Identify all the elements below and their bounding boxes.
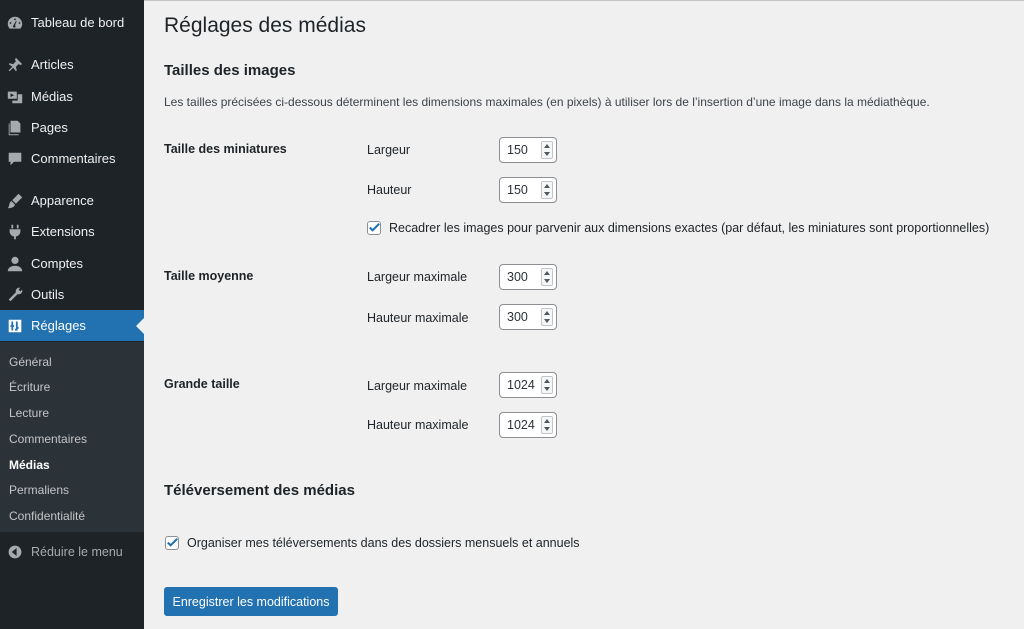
large-height-label: Hauteur maximale <box>367 418 469 432</box>
settings-icon <box>5 316 25 336</box>
pages-icon <box>5 118 25 138</box>
sidebar-item-label: Comptes <box>31 256 84 271</box>
thumbnail-height-label: Hauteur <box>367 183 412 197</box>
sidebar-item-label: Tableau de bord <box>31 15 125 30</box>
spinner-icon[interactable] <box>541 181 553 199</box>
plugins-icon <box>5 222 25 242</box>
sidebar-item-settings[interactable]: Réglages <box>0 310 144 341</box>
sidebar-item-comments[interactable]: Commentaires <box>0 143 144 174</box>
settings-submenu: Général Écriture Lecture Commentaires Mé… <box>0 342 144 532</box>
thumbnail-height-value: 150 <box>507 183 528 197</box>
sidebar-item-dashboard[interactable]: Tableau de bord <box>0 7 144 38</box>
media-icon <box>5 87 25 107</box>
dashboard-icon <box>5 13 25 33</box>
collapse-arrow-icon <box>5 542 25 562</box>
appearance-icon <box>5 191 25 211</box>
sidebar-item-accounts[interactable]: Comptes <box>0 248 144 279</box>
active-menu-arrow <box>136 318 144 334</box>
top-border <box>0 0 1024 1</box>
submenu-item-privacy[interactable]: Confidentialité <box>9 509 85 523</box>
submenu-item-media[interactable]: Médias <box>9 458 50 472</box>
collapse-menu-button[interactable]: Réduire le menu <box>0 540 144 564</box>
thumbnail-size-label: Taille des miniatures <box>164 142 287 156</box>
sidebar-item-extensions[interactable]: Extensions <box>0 216 144 247</box>
spinner-icon[interactable] <box>541 141 553 159</box>
medium-size-label: Taille moyenne <box>164 269 254 283</box>
medium-height-input[interactable]: 300 <box>499 304 557 330</box>
page-title: Réglages des médias <box>164 14 366 37</box>
collapse-menu-label: Réduire le menu <box>31 545 123 559</box>
submenu-item-reading[interactable]: Lecture <box>9 406 49 420</box>
medium-width-input[interactable]: 300 <box>499 264 557 290</box>
medium-height-value: 300 <box>507 310 528 324</box>
sidebar-item-label: Apparence <box>31 193 94 208</box>
large-width-input[interactable]: 1024 <box>499 372 557 398</box>
image-sizes-heading: Tailles des images <box>164 62 296 79</box>
pin-icon <box>5 55 25 75</box>
spinner-icon[interactable] <box>541 376 553 394</box>
thumbnail-width-input[interactable]: 150 <box>499 137 557 163</box>
comments-icon <box>5 149 25 169</box>
sidebar-item-label: Réglages <box>31 318 86 333</box>
submenu-item-permalinks[interactable]: Permaliens <box>9 483 69 497</box>
sidebar-item-articles[interactable]: Articles <box>0 49 144 80</box>
checkmark-icon <box>369 223 380 232</box>
large-width-value: 1024 <box>507 378 535 392</box>
thumbnail-width-label: Largeur <box>367 143 411 157</box>
users-icon <box>5 254 25 274</box>
sidebar-item-label: Commentaires <box>31 151 116 166</box>
image-sizes-description: Les tailles précisées ci-dessous détermi… <box>164 95 930 109</box>
submenu-item-general[interactable]: Général <box>9 355 52 369</box>
large-height-input[interactable]: 1024 <box>499 412 557 438</box>
sidebar-item-label: Médias <box>31 89 73 104</box>
sidebar-item-label: Articles <box>31 57 74 72</box>
medium-width-value: 300 <box>507 270 528 284</box>
medium-height-label: Hauteur maximale <box>367 311 469 325</box>
sidebar-item-label: Extensions <box>31 224 95 239</box>
sidebar-item-tools[interactable]: Outils <box>0 279 144 310</box>
spinner-icon[interactable] <box>541 416 553 434</box>
admin-sidebar: Tableau de bord Articles Médias Pages Co… <box>0 0 144 629</box>
thumbnail-height-input[interactable]: 150 <box>499 177 557 203</box>
large-size-label: Grande taille <box>164 377 240 391</box>
sidebar-item-medias[interactable]: Médias <box>0 81 144 112</box>
uploads-heading: Téléversement des médias <box>164 482 355 499</box>
sidebar-item-appearance[interactable]: Apparence <box>0 185 144 216</box>
sidebar-item-label: Pages <box>31 120 68 135</box>
tools-icon <box>5 285 25 305</box>
thumbnail-width-value: 150 <box>507 143 528 157</box>
submenu-item-discussion[interactable]: Commentaires <box>9 432 87 446</box>
medium-width-label: Largeur maximale <box>367 270 468 284</box>
crop-thumbnail-checkbox[interactable] <box>367 221 381 235</box>
save-changes-button[interactable]: Enregistrer les modifications <box>164 587 338 616</box>
spinner-icon[interactable] <box>541 308 553 326</box>
checkmark-icon <box>167 538 178 547</box>
large-width-label: Largeur maximale <box>367 379 468 393</box>
spinner-icon[interactable] <box>541 268 553 286</box>
sidebar-item-label: Outils <box>31 287 65 302</box>
large-height-value: 1024 <box>507 418 535 432</box>
organize-uploads-checkbox[interactable] <box>165 536 179 550</box>
crop-thumbnail-label: Recadrer les images pour parvenir aux di… <box>389 221 990 235</box>
organize-uploads-label: Organiser mes téléversements dans des do… <box>187 536 580 550</box>
submenu-item-writing[interactable]: Écriture <box>9 380 50 394</box>
sidebar-item-pages[interactable]: Pages <box>0 112 144 143</box>
